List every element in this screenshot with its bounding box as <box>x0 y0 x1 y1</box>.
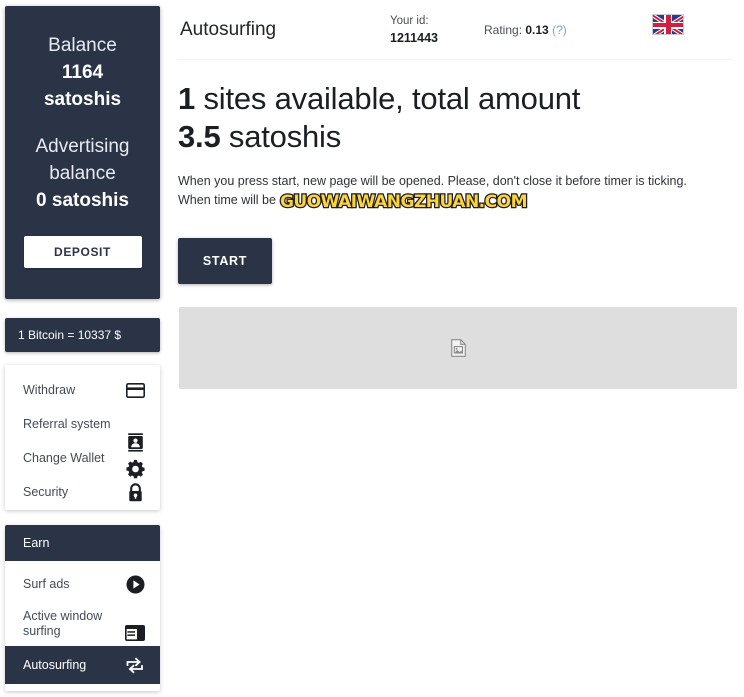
account-menu: Withdraw Referral system Change Wallet S… <box>5 365 160 510</box>
deposit-button[interactable]: DEPOSIT <box>23 235 142 268</box>
balance-label: Balance <box>48 34 117 56</box>
earn-section-header[interactable]: Earn <box>5 525 160 561</box>
start-button[interactable]: START <box>178 238 272 284</box>
instructions-text: When you press start, new page will be o… <box>178 172 734 212</box>
user-id-value: 1211443 <box>390 31 438 45</box>
balance-card: Balance 1164 satoshis Advertising balanc… <box>5 6 160 299</box>
language-switcher[interactable] <box>652 14 684 35</box>
bitcoin-rate-text: 1 Bitcoin = 10337 $ <box>18 328 122 342</box>
sidebar-item-label: Withdraw <box>23 382 76 397</box>
content-area: 1 sites available, total amount 3.5 sato… <box>170 60 744 389</box>
bitcoin-rate-card: 1 Bitcoin = 10337 $ <box>5 318 160 352</box>
watermark-text: GUOWAIWANGZHUAN.COM <box>279 192 529 212</box>
sidebar-item-label: Referral system <box>23 416 111 431</box>
headline: 1 sites available, total amount 3.5 sato… <box>178 80 734 156</box>
main-content: Autosurfing Your id: 1211443 Rating: 0.1… <box>170 0 744 697</box>
rating-block: Rating: 0.13 (?) <box>484 23 567 37</box>
user-id-label: Your id: <box>390 15 429 27</box>
app-root: Balance 1164 satoshis Advertising balanc… <box>0 0 744 697</box>
sidebar-item-autosurfing[interactable]: Autosurfing <box>5 646 160 684</box>
sidebar-item-security[interactable]: Security <box>5 475 160 509</box>
user-id-block: Your id: 1211443 <box>390 13 484 47</box>
sidebar-item-label: Change Wallet <box>23 450 105 465</box>
headline-site-count: 1 <box>178 81 196 116</box>
page-title: Autosurfing <box>180 19 277 40</box>
sidebar-item-withdraw[interactable]: Withdraw <box>5 373 160 407</box>
advertising-balance-label-line2: balance <box>49 162 116 184</box>
window-layout-icon <box>124 613 146 641</box>
lock-icon <box>124 481 146 503</box>
surf-frame-placeholder <box>179 307 737 389</box>
sidebar: Balance 1164 satoshis Advertising balanc… <box>0 0 170 697</box>
instructions-line-2: When time will be <box>178 193 276 207</box>
sidebar-item-label: Surf ads <box>23 576 70 591</box>
instructions-line-1: When you press start, new page will be o… <box>178 174 687 188</box>
rating-help-link[interactable]: (?) <box>552 23 567 37</box>
play-circle-icon <box>124 573 146 595</box>
broken-image-icon <box>450 339 466 357</box>
balance-amount: 1164 <box>61 61 104 83</box>
gear-icon <box>125 459 146 480</box>
sidebar-item-label: Autosurfing <box>23 657 87 672</box>
rating-label: Rating: <box>484 23 523 37</box>
swap-arrows-icon <box>124 654 146 676</box>
headline-total-amount: 3.5 <box>178 119 221 154</box>
advertising-balance-label-line1: Advertising <box>35 135 130 157</box>
uk-flag-icon <box>652 14 684 35</box>
sidebar-item-active-window-surfing[interactable]: Active window surfing <box>5 601 160 646</box>
top-bar: Autosurfing Your id: 1211443 Rating: 0.1… <box>170 0 744 60</box>
headline-middle-text: sites available, total amount <box>195 81 581 116</box>
advertising-balance-amount: 0 satoshis <box>36 189 129 211</box>
rating-value: 0.13 <box>525 23 549 37</box>
sidebar-item-surf-ads[interactable]: Surf ads <box>5 567 160 601</box>
headline-unit-text: satoshis <box>220 119 342 154</box>
sidebar-item-label: Security <box>23 484 69 499</box>
credit-card-icon <box>124 379 146 401</box>
sidebar-item-label: Active window surfing <box>23 608 103 638</box>
earn-menu: Earn Surf ads Active window surfing Auto… <box>5 525 160 691</box>
balance-unit: satoshis <box>43 88 122 110</box>
